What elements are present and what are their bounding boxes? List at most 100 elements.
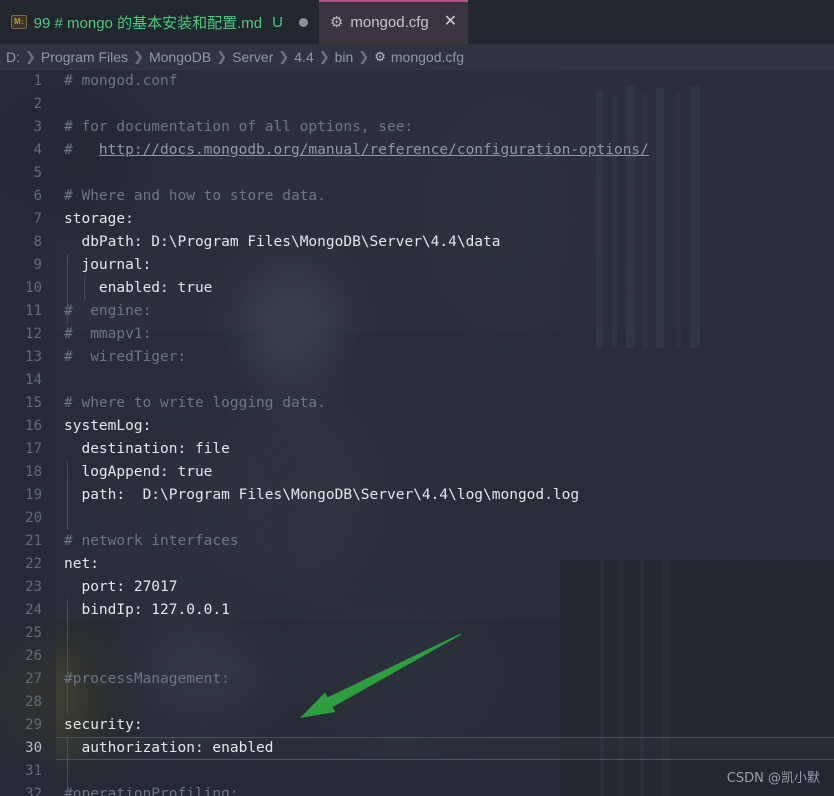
line-number: 14 xyxy=(25,372,42,388)
breadcrumb-item-mongodb[interactable]: MongoDB xyxy=(149,49,211,65)
code-line[interactable]: 32 #operationProfiling: xyxy=(0,783,834,796)
code-token: destination: file xyxy=(64,441,230,457)
code-line[interactable]: 9 journal: xyxy=(0,254,834,277)
chevron-right-icon: ❯ xyxy=(25,49,36,64)
code-line[interactable]: 6 # Where and how to store data. xyxy=(0,185,834,208)
code-line[interactable]: 10 enabled: true xyxy=(0,277,834,300)
code-line[interactable]: 3 # for documentation of all options, see… xyxy=(0,116,834,139)
chevron-right-icon: ❯ xyxy=(216,49,228,64)
watermark: CSDN @凯小默 xyxy=(726,771,820,786)
line-number: 11 xyxy=(25,303,42,319)
code-line[interactable]: 2 xyxy=(0,93,834,116)
code-text: port: 27017 xyxy=(64,576,178,599)
code-line[interactable]: 30 authorization: enabled xyxy=(0,737,834,760)
code-line[interactable]: 13 # wiredTiger: xyxy=(0,346,834,369)
line-number: 15 xyxy=(25,395,42,411)
code-line[interactable]: 17 destination: file xyxy=(0,438,834,461)
code-line[interactable]: 21 # network interfaces xyxy=(0,530,834,553)
line-number: 28 xyxy=(25,694,42,710)
code-line[interactable]: 16 systemLog: xyxy=(0,415,834,438)
code-line[interactable]: 7 storage: xyxy=(0,208,834,231)
close-icon[interactable]: ✕ xyxy=(444,14,457,30)
code-line[interactable]: 8 dbPath: D:\Program Files\MongoDB\Serve… xyxy=(0,231,834,254)
code-text: # http://docs.mongodb.org/manual/referen… xyxy=(64,139,649,162)
breadcrumb-item-drive[interactable]: D: xyxy=(6,49,20,65)
line-number: 3 xyxy=(33,119,42,135)
code-line[interactable]: 29 security: xyxy=(0,714,834,737)
chevron-right-icon: ❯ xyxy=(133,49,144,64)
code-token: # mmapv1: xyxy=(64,326,152,342)
line-number: 7 xyxy=(33,211,42,227)
line-number: 16 xyxy=(25,418,42,434)
line-number: 5 xyxy=(33,165,42,181)
code-text: # Where and how to store data. xyxy=(64,185,326,208)
code-text: # mmapv1: xyxy=(64,323,151,346)
code-link[interactable]: http://docs.mongodb.org/manual/reference… xyxy=(99,142,649,158)
line-number: 30 xyxy=(25,740,42,756)
code-token: storage: xyxy=(64,211,134,227)
code-text: destination: file xyxy=(64,438,230,461)
line-number: 18 xyxy=(25,464,42,480)
breadcrumb-item-bin[interactable]: bin xyxy=(335,49,354,65)
code-token: authorization: enabled xyxy=(64,740,274,756)
breadcrumb-item-version[interactable]: 4.4 xyxy=(294,49,313,65)
code-text: #operationProfiling: xyxy=(64,783,239,796)
code-line[interactable]: 23 port: 27017 xyxy=(0,576,834,599)
code-line[interactable]: 11 # engine: xyxy=(0,300,834,323)
line-number: 21 xyxy=(25,533,42,549)
code-line[interactable]: 1 # mongod.conf xyxy=(0,70,834,93)
code-text: #processManagement: xyxy=(64,668,230,691)
breadcrumb-item-program-files[interactable]: Program Files xyxy=(41,49,128,65)
code-line[interactable]: 19 path: D:\Program Files\MongoDB\Server… xyxy=(0,484,834,507)
code-line[interactable]: 26 xyxy=(0,645,834,668)
code-text: authorization: enabled xyxy=(64,737,274,760)
indent-guide xyxy=(84,277,85,300)
breadcrumb-item-server[interactable]: Server xyxy=(232,49,273,65)
code-token: port: 27017 xyxy=(64,579,178,595)
breadcrumb-item-file[interactable]: mongod.cfg xyxy=(391,49,464,65)
code-line[interactable]: 22 net: xyxy=(0,553,834,576)
code-line[interactable]: 28 xyxy=(0,691,834,714)
line-number: 17 xyxy=(25,441,42,457)
code-line[interactable]: 15 # where to write logging data. xyxy=(0,392,834,415)
code-line[interactable]: 5 xyxy=(0,162,834,185)
code-token: # mongod.conf xyxy=(64,73,178,89)
tab-markdown-file[interactable]: M↓ 99 # mongo 的基本安装和配置.md U xyxy=(0,0,319,44)
code-line[interactable]: 24 bindIp: 127.0.0.1 xyxy=(0,599,834,622)
code-text: enabled: true xyxy=(64,277,213,300)
code-token: #processManagement: xyxy=(64,671,230,687)
code-text: # mongod.conf xyxy=(64,70,178,93)
line-number: 31 xyxy=(25,763,42,779)
code-line[interactable]: 4 # http://docs.mongodb.org/manual/refere… xyxy=(0,139,834,162)
code-text: bindIp: 127.0.0.1 xyxy=(64,599,229,622)
code-text: logAppend: true xyxy=(64,461,212,484)
chevron-right-icon: ❯ xyxy=(278,49,290,64)
line-number: 25 xyxy=(25,625,42,641)
code-line[interactable]: 12 # mmapv1: xyxy=(0,323,834,346)
line-number: 8 xyxy=(33,234,42,250)
code-line[interactable]: 18 logAppend: true xyxy=(0,461,834,484)
code-token: dbPath: D:\Program Files\MongoDB\Server\… xyxy=(64,234,501,250)
line-number: 22 xyxy=(25,556,42,572)
indent-guide xyxy=(67,737,68,796)
code-text: # engine: xyxy=(64,300,151,323)
code-token: path: D:\Program Files\MongoDB\Server\4.… xyxy=(64,487,580,503)
line-number: 13 xyxy=(25,349,42,365)
ide-window: M↓ 99 # mongo 的基本安装和配置.md U ⚙ mongod.cfg… xyxy=(0,0,834,796)
line-number: 1 xyxy=(33,73,42,89)
code-line[interactable]: 27 #processManagement: xyxy=(0,668,834,691)
line-number: 4 xyxy=(33,142,42,158)
editor-tab-bar: M↓ 99 # mongo 的基本安装和配置.md U ⚙ mongod.cfg… xyxy=(0,0,834,44)
tab-mongod-cfg[interactable]: ⚙ mongod.cfg ✕ xyxy=(318,0,469,44)
code-token: net: xyxy=(64,556,99,572)
code-line[interactable]: 25 xyxy=(0,622,834,645)
code-token: # network interfaces xyxy=(64,533,239,549)
line-number: 29 xyxy=(25,717,42,733)
gear-icon: ⚙ xyxy=(374,49,386,64)
code-line[interactable]: 14 xyxy=(0,369,834,392)
markdown-icon: M↓ xyxy=(11,15,27,29)
gear-icon: ⚙ xyxy=(329,13,344,31)
code-line[interactable]: 20 xyxy=(0,507,834,530)
code-editor[interactable]: 1 # mongod.conf 2 3 # for documentation of a… xyxy=(0,70,834,796)
code-line[interactable]: 31 xyxy=(0,760,834,783)
